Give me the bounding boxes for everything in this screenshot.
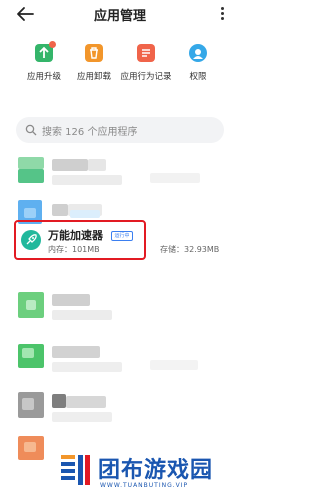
top-bar: 应用管理 (0, 0, 240, 28)
action-label: 权限 (189, 72, 207, 82)
watermark-brand: 团布游戏园 (98, 458, 214, 483)
record-icon (137, 44, 155, 62)
search-placeholder: 搜索 126 个应用程序 (42, 127, 138, 138)
action-label: 应用卸载 (76, 72, 111, 82)
rocket-icon (21, 230, 41, 250)
permission-icon (189, 44, 207, 62)
watermark-url: WWW.TUANBUTING.VIP (100, 482, 189, 489)
app-upgrade-icon (35, 41, 56, 62)
list-item[interactable] (0, 340, 240, 380)
list-item[interactable] (0, 290, 240, 330)
app-name[interactable]: 万能加速器 (48, 227, 103, 243)
storage-usage: 存储：32.93MB (160, 245, 220, 254)
list-item[interactable] (0, 388, 240, 428)
list-item[interactable] (0, 155, 240, 195)
app-behavior-record-button[interactable]: 应用行为记录 (116, 44, 176, 82)
brand-logo-icon (61, 455, 90, 485)
action-bar: 应用升级 应用卸载 应用行为记录 权限 (0, 41, 240, 88)
watermark: 团布游戏园 WWW.TUANBUTING.VIP (56, 452, 240, 496)
notification-dot (49, 41, 56, 48)
more-menu-icon[interactable] (218, 5, 226, 23)
action-label: 应用行为记录 (120, 72, 172, 82)
permissions-button[interactable]: 权限 (168, 44, 228, 82)
memory-usage: 内存：101MB (48, 245, 100, 254)
search-input[interactable]: 搜索 126 个应用程序 (16, 117, 224, 143)
page-title: 应用管理 (93, 9, 146, 24)
app-uninstall-button[interactable]: 应用卸载 (64, 44, 124, 82)
search-icon (25, 124, 37, 136)
trash-icon (85, 44, 103, 62)
running-badge: 运行中 (111, 231, 133, 241)
